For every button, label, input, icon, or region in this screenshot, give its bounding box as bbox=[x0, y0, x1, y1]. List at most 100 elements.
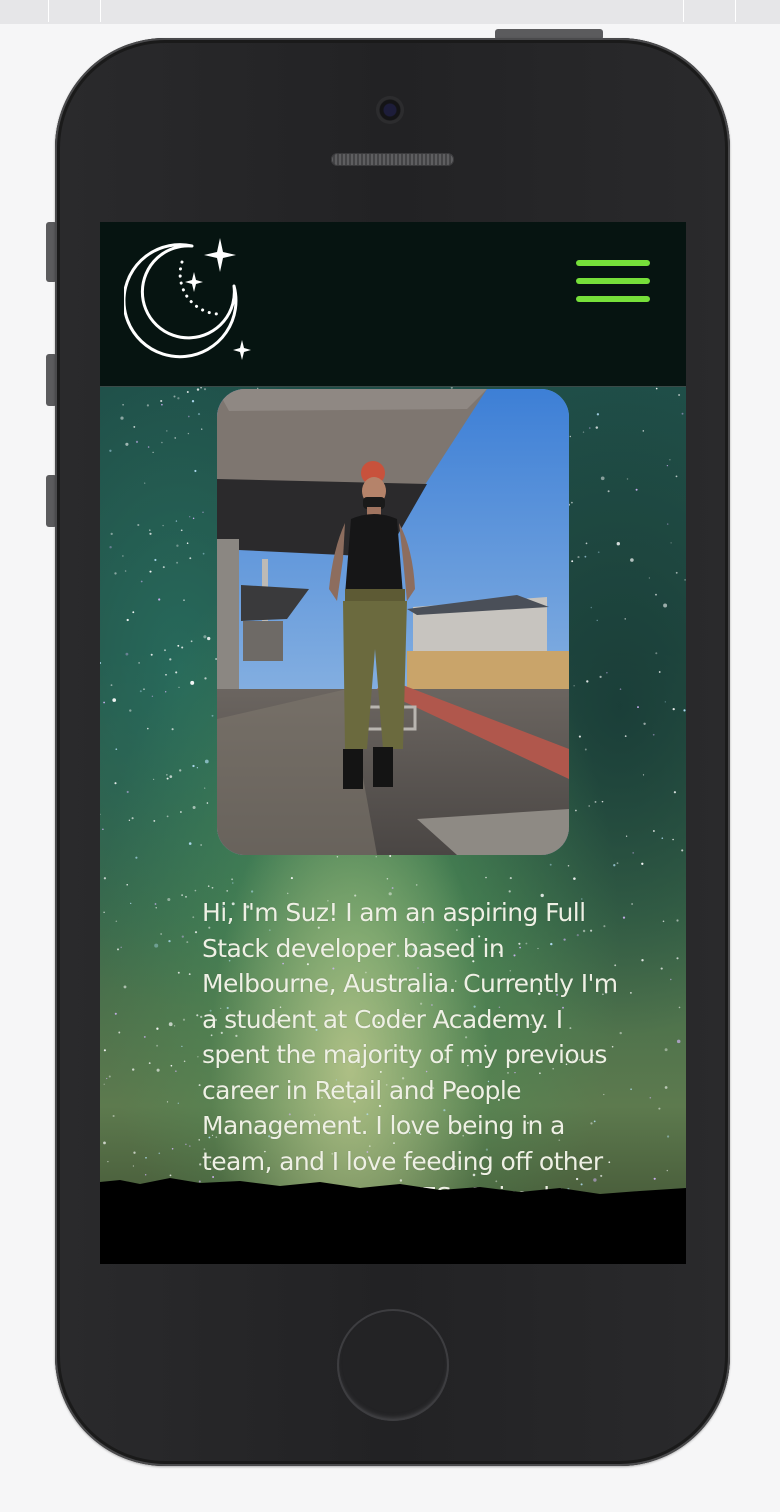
star bbox=[198, 1084, 201, 1087]
star bbox=[170, 1064, 173, 1067]
star bbox=[140, 580, 143, 583]
star bbox=[204, 787, 206, 789]
star bbox=[664, 1086, 668, 1089]
star bbox=[203, 635, 207, 639]
star bbox=[192, 916, 195, 919]
star bbox=[183, 599, 185, 601]
star bbox=[122, 555, 124, 557]
star bbox=[194, 889, 197, 892]
star bbox=[509, 877, 512, 880]
star bbox=[177, 971, 180, 974]
star bbox=[187, 415, 190, 418]
star bbox=[573, 877, 576, 880]
star bbox=[125, 442, 129, 446]
star bbox=[666, 523, 669, 525]
star bbox=[117, 948, 119, 951]
star bbox=[653, 830, 655, 832]
star bbox=[678, 1006, 681, 1009]
star bbox=[662, 920, 665, 923]
star bbox=[194, 469, 197, 473]
star bbox=[122, 403, 124, 406]
star bbox=[180, 529, 183, 532]
star bbox=[616, 862, 619, 865]
star bbox=[145, 1156, 147, 1159]
star bbox=[606, 672, 608, 674]
star bbox=[165, 673, 167, 676]
star bbox=[573, 685, 575, 687]
star bbox=[196, 388, 200, 391]
star bbox=[176, 561, 179, 564]
star bbox=[171, 728, 174, 731]
star bbox=[192, 805, 196, 810]
star bbox=[389, 855, 392, 857]
star bbox=[166, 777, 169, 780]
star bbox=[188, 1145, 191, 1147]
star bbox=[658, 671, 661, 673]
star bbox=[226, 890, 229, 892]
star bbox=[666, 464, 669, 467]
star bbox=[179, 769, 182, 772]
star bbox=[175, 520, 178, 522]
hamburger-menu-icon[interactable] bbox=[574, 256, 652, 306]
star bbox=[169, 775, 173, 778]
star bbox=[190, 640, 193, 643]
star bbox=[120, 416, 124, 420]
star bbox=[154, 943, 159, 948]
star bbox=[194, 931, 198, 934]
star bbox=[616, 542, 620, 546]
star bbox=[676, 957, 679, 960]
star bbox=[118, 1031, 121, 1034]
star bbox=[115, 920, 118, 922]
star bbox=[192, 517, 195, 520]
star bbox=[641, 959, 644, 962]
star bbox=[622, 916, 626, 919]
star bbox=[596, 619, 598, 622]
star bbox=[200, 844, 202, 846]
star bbox=[204, 677, 207, 680]
star bbox=[675, 571, 678, 574]
profile-photo-train-platform bbox=[217, 389, 569, 855]
star bbox=[624, 618, 626, 620]
home-button[interactable] bbox=[337, 1309, 449, 1421]
star bbox=[187, 432, 190, 435]
star bbox=[595, 426, 599, 429]
star bbox=[103, 1049, 106, 1052]
star bbox=[162, 566, 165, 569]
star bbox=[655, 652, 658, 655]
star bbox=[128, 819, 131, 821]
star bbox=[649, 1096, 652, 1099]
star bbox=[635, 488, 638, 491]
star bbox=[178, 686, 180, 688]
star bbox=[584, 748, 587, 751]
star bbox=[664, 1048, 668, 1052]
star bbox=[109, 546, 112, 549]
star bbox=[171, 1148, 174, 1150]
star bbox=[102, 828, 104, 830]
star bbox=[126, 883, 128, 886]
star bbox=[158, 598, 161, 601]
strip-divider bbox=[48, 0, 49, 22]
mountain-silhouette bbox=[100, 1178, 686, 1264]
star bbox=[594, 800, 597, 803]
star bbox=[676, 919, 679, 922]
star bbox=[103, 877, 107, 880]
star bbox=[637, 706, 639, 709]
star bbox=[191, 400, 195, 403]
profile-photo bbox=[217, 389, 569, 855]
star bbox=[115, 748, 118, 751]
earpiece-speaker bbox=[331, 153, 454, 166]
navbar bbox=[100, 222, 686, 387]
star bbox=[196, 1014, 199, 1017]
star bbox=[114, 782, 117, 785]
star bbox=[186, 391, 189, 393]
star bbox=[147, 727, 149, 730]
star bbox=[166, 774, 168, 776]
star bbox=[571, 560, 574, 563]
star bbox=[175, 671, 178, 674]
crescent-moon-stars-icon[interactable] bbox=[124, 230, 254, 362]
star bbox=[204, 759, 209, 764]
star bbox=[181, 935, 184, 938]
star bbox=[149, 570, 152, 573]
star bbox=[231, 878, 234, 881]
star bbox=[652, 733, 655, 736]
